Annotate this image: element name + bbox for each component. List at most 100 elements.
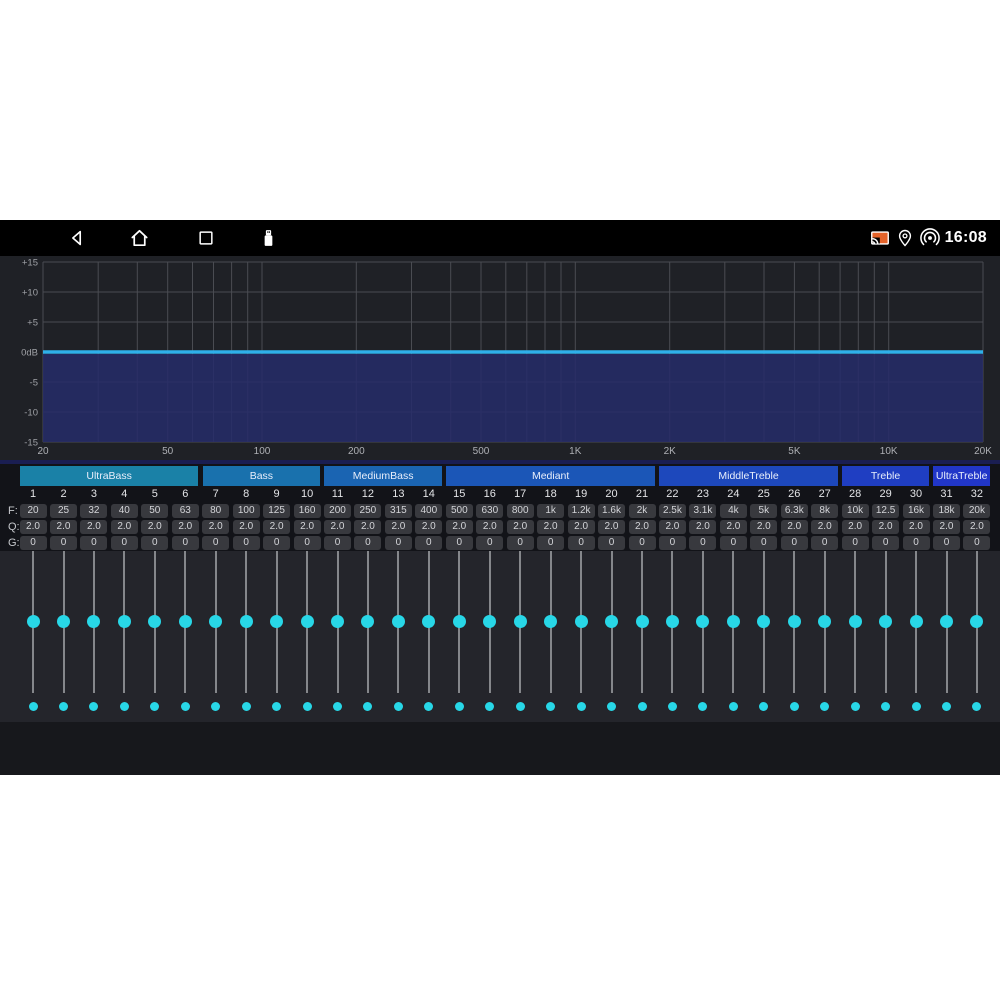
band-slider-thumb[interactable] bbox=[57, 615, 70, 628]
q-chip: 2.0 bbox=[689, 520, 716, 534]
back-icon[interactable] bbox=[66, 227, 88, 249]
usb-icon bbox=[258, 228, 279, 249]
q-chip: 2.0 bbox=[872, 520, 899, 534]
band-slider-thumb[interactable] bbox=[270, 615, 283, 628]
band-slider-thumb[interactable] bbox=[788, 615, 801, 628]
band-group-mediant: Mediant bbox=[446, 466, 655, 486]
svg-text:10K: 10K bbox=[880, 446, 898, 457]
band-number: 1 bbox=[18, 487, 48, 501]
band-dot[interactable] bbox=[333, 702, 342, 711]
frequency-chip: 80 bbox=[202, 504, 229, 518]
q-chip: 2.0 bbox=[50, 520, 77, 534]
band-slider-thumb[interactable] bbox=[331, 615, 344, 628]
band-slider-thumb[interactable] bbox=[666, 615, 679, 628]
band-dot[interactable] bbox=[607, 702, 616, 711]
gain-chip: 0 bbox=[141, 536, 168, 550]
frequency-chip: 1.2k bbox=[568, 504, 595, 518]
band-number: 10 bbox=[292, 487, 322, 501]
band-slider-thumb[interactable] bbox=[118, 615, 131, 628]
gain-chip: 0 bbox=[689, 536, 716, 550]
band-number: 31 bbox=[932, 487, 962, 501]
home-icon[interactable] bbox=[128, 227, 151, 250]
band-group-bass: Bass bbox=[203, 466, 321, 486]
band-slider-thumb[interactable] bbox=[240, 615, 253, 628]
frequency-chip: 500 bbox=[446, 504, 473, 518]
recents-icon[interactable] bbox=[196, 228, 216, 248]
band-number: 15 bbox=[444, 487, 474, 501]
svg-text:-5: -5 bbox=[30, 378, 38, 389]
band-slider-thumb[interactable] bbox=[910, 615, 923, 628]
frequency-chip: 1.6k bbox=[598, 504, 625, 518]
location-icon bbox=[895, 228, 915, 248]
band-dot[interactable] bbox=[394, 702, 403, 711]
frequency-chip: 2.5k bbox=[659, 504, 686, 518]
gain-chip: 0 bbox=[598, 536, 625, 550]
svg-text:1K: 1K bbox=[569, 446, 582, 457]
svg-text:20K: 20K bbox=[974, 446, 992, 457]
gain-chip: 0 bbox=[415, 536, 442, 550]
band-slider-thumb[interactable] bbox=[179, 615, 192, 628]
band-dot[interactable] bbox=[303, 702, 312, 711]
band-slider-thumb[interactable] bbox=[514, 615, 527, 628]
q-chip: 2.0 bbox=[172, 520, 199, 534]
band-slider-thumb[interactable] bbox=[879, 615, 892, 628]
band-slider-thumb[interactable] bbox=[544, 615, 557, 628]
band-number: 29 bbox=[871, 487, 901, 501]
gain-chip: 0 bbox=[202, 536, 229, 550]
frequency-chip: 125 bbox=[263, 504, 290, 518]
band-slider-thumb[interactable] bbox=[575, 615, 588, 628]
band-slider-thumb[interactable] bbox=[727, 615, 740, 628]
band-dot[interactable] bbox=[729, 702, 738, 711]
band-number: 14 bbox=[414, 487, 444, 501]
band-number: 26 bbox=[779, 487, 809, 501]
q-chip: 2.0 bbox=[354, 520, 381, 534]
band-slider-thumb[interactable] bbox=[392, 615, 405, 628]
band-dot[interactable] bbox=[851, 702, 860, 711]
gain-chip: 0 bbox=[263, 536, 290, 550]
band-slider-thumb[interactable] bbox=[27, 615, 40, 628]
frequency-chip: 800 bbox=[507, 504, 534, 518]
frequency-chip: 50 bbox=[141, 504, 168, 518]
band-dot[interactable] bbox=[912, 702, 921, 711]
band-dot[interactable] bbox=[455, 702, 464, 711]
band-dot[interactable] bbox=[516, 702, 525, 711]
frequency-chip: 1k bbox=[537, 504, 564, 518]
band-slider-thumb[interactable] bbox=[453, 615, 466, 628]
band-slider-thumb[interactable] bbox=[940, 615, 953, 628]
band-dot[interactable] bbox=[668, 702, 677, 711]
band-slider-thumb[interactable] bbox=[849, 615, 862, 628]
band-dot[interactable] bbox=[942, 702, 951, 711]
frequency-chip: 3.1k bbox=[689, 504, 716, 518]
gain-chip: 0 bbox=[233, 536, 260, 550]
band-dot[interactable] bbox=[120, 702, 129, 711]
graph-separator bbox=[0, 460, 1000, 464]
q-chip: 2.0 bbox=[415, 520, 442, 534]
gain-chip: 0 bbox=[50, 536, 77, 550]
band-slider-thumb[interactable] bbox=[605, 615, 618, 628]
band-group-treble: Treble bbox=[842, 466, 929, 486]
gain-chip: 0 bbox=[354, 536, 381, 550]
band-number: 32 bbox=[962, 487, 992, 501]
band-slider-thumb[interactable] bbox=[636, 615, 649, 628]
band-group-ultrabass: UltraBass bbox=[20, 466, 199, 486]
frequency-chip: 40 bbox=[111, 504, 138, 518]
gain-chip: 0 bbox=[963, 536, 990, 550]
band-dot[interactable] bbox=[790, 702, 799, 711]
band-dot[interactable] bbox=[59, 702, 68, 711]
band-dot[interactable] bbox=[181, 702, 190, 711]
eq-chart: +15+10+50dB-5-10-1520501002005001K2K5K10… bbox=[0, 256, 1000, 460]
q-chip: 2.0 bbox=[202, 520, 229, 534]
frequency-chip: 4k bbox=[720, 504, 747, 518]
band-dot[interactable] bbox=[638, 702, 647, 711]
gain-chip: 0 bbox=[446, 536, 473, 550]
status-right-cluster: 16:08 bbox=[869, 220, 987, 256]
frequency-chip: 12.5 bbox=[872, 504, 899, 518]
q-chip: 2.0 bbox=[659, 520, 686, 534]
band-slider-thumb[interactable] bbox=[301, 615, 314, 628]
gain-chip: 0 bbox=[933, 536, 960, 550]
band-dot[interactable] bbox=[242, 702, 251, 711]
band-dot[interactable] bbox=[577, 702, 586, 711]
eq-graph-section: +15+10+50dB-5-10-1520501002005001K2K5K10… bbox=[0, 256, 1000, 460]
band-number: 17 bbox=[505, 487, 535, 501]
band-dot[interactable] bbox=[29, 702, 38, 711]
